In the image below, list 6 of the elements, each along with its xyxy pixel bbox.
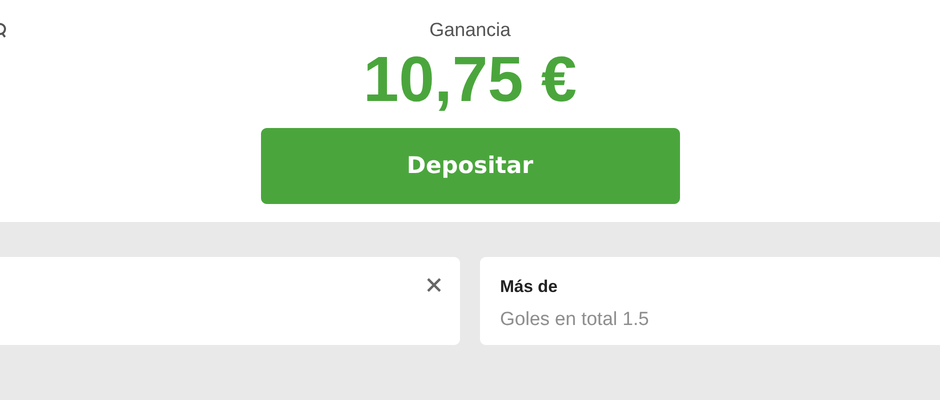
close-icon[interactable]	[426, 277, 442, 293]
market-subtitle: Goles en total 1.5	[500, 309, 649, 331]
market-title: Más de	[500, 277, 558, 297]
profit-amount: 10,75 €	[363, 46, 577, 112]
deposit-button[interactable]: Depositar	[260, 128, 680, 204]
profit-label: Ganancia	[429, 20, 511, 42]
